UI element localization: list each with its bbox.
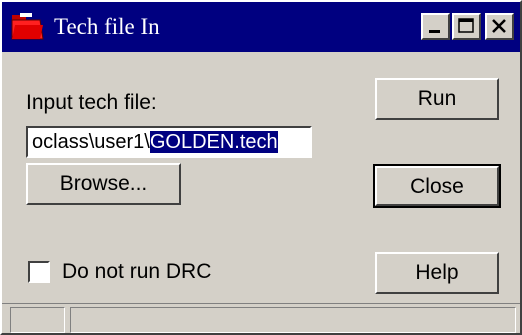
maximize-icon (458, 18, 474, 33)
tech-file-selected-text: GOLDEN.tech (149, 131, 278, 153)
close-window-button[interactable] (485, 13, 514, 40)
red-folder-icon (10, 12, 44, 42)
minimize-icon (429, 30, 440, 33)
tech-file-in-dialog: Tech file In Input tech file: oclass\use… (0, 0, 522, 335)
window-title: Tech file In (54, 14, 160, 39)
tech-file-path-prefix: oclass\user1\ (32, 131, 150, 153)
title-bar[interactable]: Tech file In (2, 2, 520, 52)
input-tech-file-label: Input tech file: (26, 91, 157, 114)
status-pane-1 (10, 307, 65, 333)
maximize-button[interactable] (452, 13, 481, 40)
tech-file-input[interactable]: oclass\user1\GOLDEN.tech (26, 126, 312, 158)
minimize-button[interactable] (421, 13, 450, 40)
do-not-run-drc-checkbox[interactable] (28, 261, 50, 283)
close-icon (492, 19, 506, 33)
help-button[interactable]: Help (375, 252, 499, 294)
status-pane-2 (70, 307, 516, 333)
run-button[interactable]: Run (375, 78, 499, 120)
browse-button[interactable]: Browse... (26, 163, 181, 205)
close-button[interactable]: Close (373, 164, 501, 208)
status-bar (2, 303, 520, 334)
do-not-run-drc-label: Do not run DRC (62, 260, 212, 283)
